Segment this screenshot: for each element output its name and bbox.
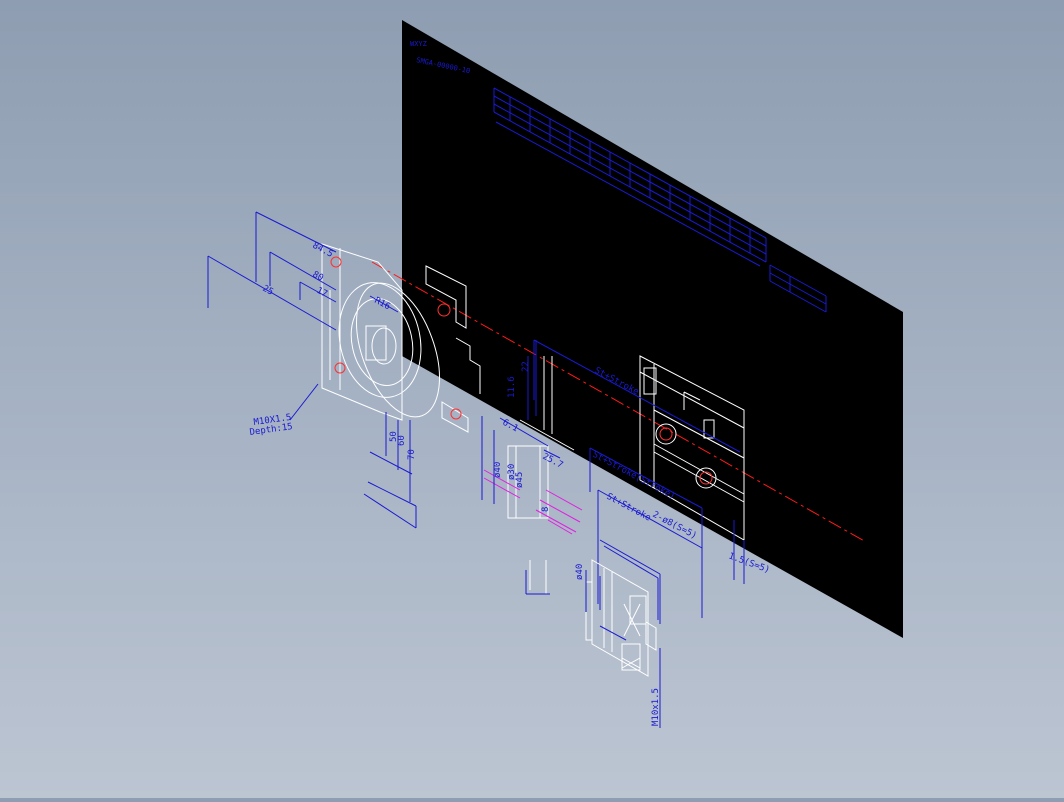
- dim-dia40: ø40: [575, 564, 585, 580]
- dim-r16: R16: [373, 296, 392, 312]
- dim-25: 25: [261, 284, 275, 298]
- dim-8: 8: [541, 507, 551, 512]
- dim-17: 17: [315, 286, 329, 300]
- dim-d45: ø45: [515, 472, 525, 488]
- section-hatch: [483, 469, 583, 535]
- rod-end-geometry: [585, 559, 657, 677]
- end-view-dimensions: [207, 211, 417, 529]
- stroke-label-3: St+Stroke: [605, 492, 653, 524]
- rod-end-dimensions: [585, 545, 661, 728]
- dim-22: 22: [521, 361, 531, 372]
- dim-11-6: 11.6: [507, 376, 517, 398]
- cad-drawing: WXYZ SMGA-00000-10 84.5 80 25 17 R16 50 …: [207, 20, 903, 728]
- dim-80: 80: [311, 270, 325, 284]
- dim-84-5: 84.5: [311, 241, 335, 260]
- dim-m10: M10x1.5: [651, 688, 661, 726]
- dim-d40: ø40: [493, 462, 503, 478]
- dim-70: 70: [407, 449, 417, 460]
- cad-viewport[interactable]: WXYZ SMGA-00000-10 84.5 80 25 17 R16 50 …: [0, 0, 1064, 798]
- dim-60: 60: [397, 435, 407, 446]
- drawing-sheet: [402, 20, 903, 638]
- dim-25-7: 25.7: [541, 452, 565, 471]
- sheet-title-1: WXYZ: [410, 40, 427, 48]
- end-view-dimension-text: 84.5 80 25 17 R16 50 60 70 M10X1.5 Depth…: [249, 241, 417, 460]
